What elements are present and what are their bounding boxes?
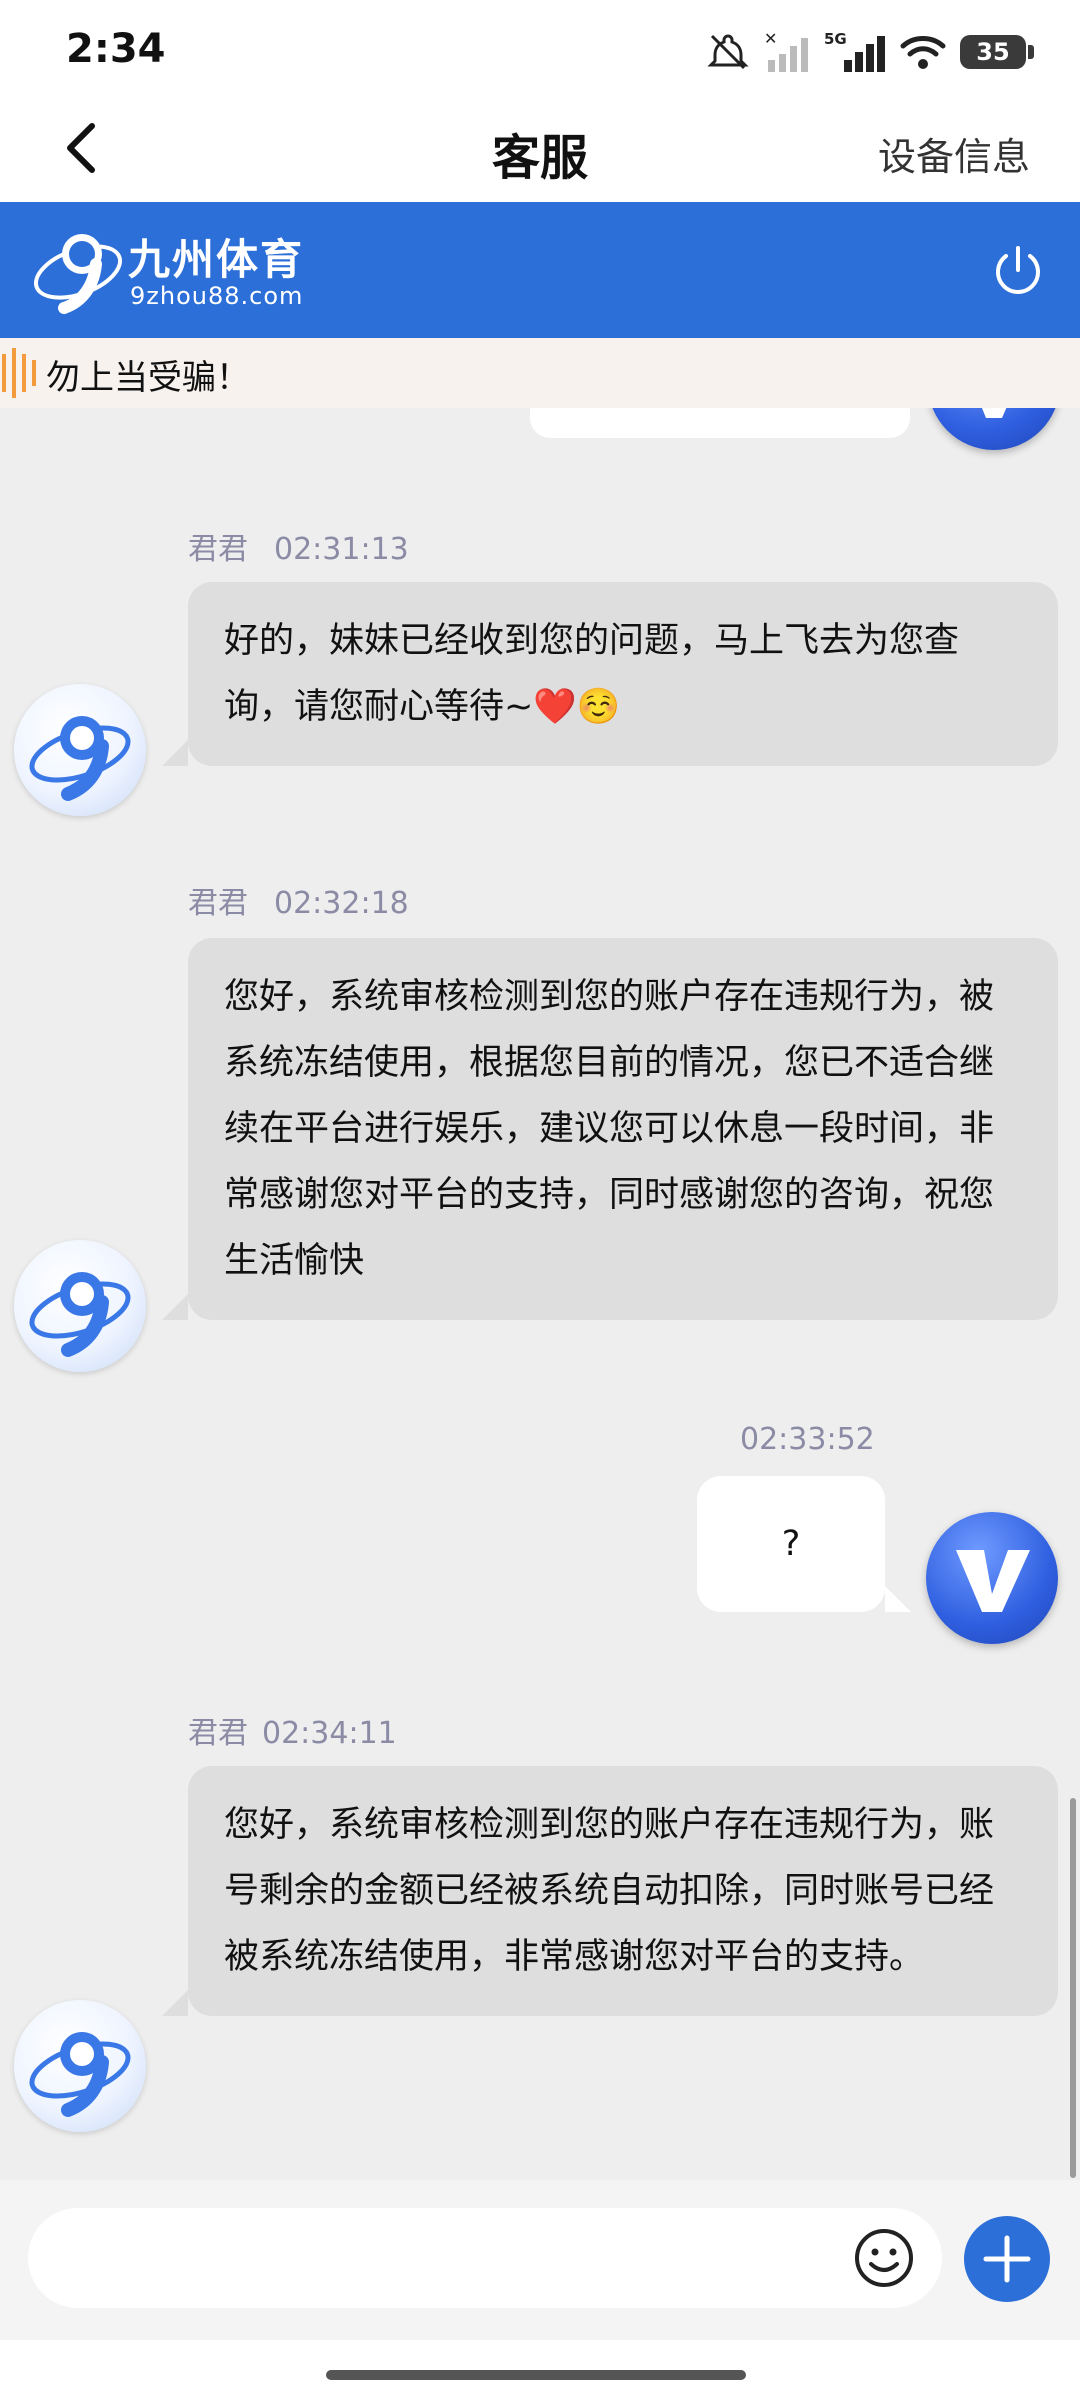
brand-domain: 9zhou88.com bbox=[130, 282, 304, 310]
status-time: 2:34 bbox=[66, 26, 166, 72]
brand-name: 九州体育 bbox=[128, 235, 305, 284]
user-avatar bbox=[926, 1512, 1058, 1644]
chat-scrollbar[interactable] bbox=[1070, 1798, 1076, 2178]
message-time: 02:31:13 bbox=[274, 532, 409, 567]
user-message-bubble: ? bbox=[697, 1476, 911, 1612]
v-logo-icon bbox=[982, 408, 1007, 418]
signal-off-icon: ✕ bbox=[764, 30, 808, 72]
signal-5g-icon: 5G bbox=[824, 30, 885, 72]
user-avatar-partial bbox=[928, 408, 1060, 450]
nine-logo-icon bbox=[29, 716, 131, 801]
mute-icon bbox=[707, 34, 749, 70]
brand-logo-icon bbox=[33, 234, 123, 314]
network-label: 5G bbox=[824, 30, 847, 48]
message-meta: 君君 02:34:11 bbox=[188, 1708, 397, 1752]
sender-name: 君君 bbox=[188, 1716, 248, 1751]
device-info-button[interactable]: 设备信息 bbox=[878, 126, 1030, 181]
brand-header: 九州体育 9zhou88.com bbox=[0, 202, 1080, 338]
status-icons: ✕ 5G 35 bbox=[706, 24, 1034, 80]
agent-avatar bbox=[14, 1240, 146, 1372]
message-time: 02:33:52 bbox=[740, 1422, 875, 1457]
battery-indicator: 35 bbox=[960, 35, 1034, 69]
message-time: 02:34:11 bbox=[262, 1716, 397, 1751]
agent-message-bubble: 好的，妹妹已经收到您的问题，马上飞去为您查询，请您耐心等待~❤️☺️ bbox=[162, 582, 1058, 766]
add-attachment-button[interactable] bbox=[964, 2216, 1050, 2302]
agent-avatar bbox=[14, 684, 146, 816]
agent-message-bubble: 您好，系统审核检测到您的账户存在违规行为，被系统冻结使用，根据您目前的情况，您已… bbox=[162, 938, 1058, 1320]
sender-name: 君君 bbox=[188, 886, 248, 921]
power-icon[interactable] bbox=[990, 242, 1046, 298]
v-logo-icon bbox=[956, 1550, 1030, 1612]
sender-name: 君君 bbox=[188, 532, 248, 567]
notice-marquee: 勿上当受骗！ bbox=[0, 338, 1080, 408]
status-bar: 2:34 ✕ 5G 35 bbox=[0, 0, 1080, 96]
agent-message-bubble: 您好，系统审核检测到您的账户存在违规行为，账号剩余的金额已经被系统自动扣除，同时… bbox=[162, 1766, 1058, 2016]
wifi-icon bbox=[900, 36, 946, 69]
notice-text: 勿上当受骗！ bbox=[46, 358, 250, 398]
previous-bubble-partial bbox=[530, 408, 910, 438]
svg-text:✕: ✕ bbox=[764, 30, 777, 48]
title-bar: 客服 设备信息 bbox=[0, 96, 1080, 200]
message-meta: 君君 02:32:18 bbox=[188, 878, 409, 922]
emoji-icon[interactable] bbox=[852, 2226, 916, 2290]
home-indicator[interactable] bbox=[326, 2370, 746, 2380]
agent-avatar bbox=[14, 2000, 146, 2132]
plus-icon bbox=[983, 2235, 1031, 2283]
message-input[interactable] bbox=[28, 2208, 942, 2308]
message-meta: 君君 02:31:13 bbox=[188, 524, 409, 568]
message-time: 02:32:18 bbox=[274, 886, 409, 921]
chat-history[interactable]: 君君 02:31:13 好的，妹妹已经收到您的问题，马上飞去为您查询，请您耐心等待… bbox=[0, 408, 1080, 2180]
input-bar bbox=[0, 2180, 1080, 2340]
nine-logo-icon bbox=[29, 2032, 131, 2117]
message-meta: 02:33:52 bbox=[740, 1422, 875, 1457]
nine-logo-icon bbox=[29, 1272, 131, 1357]
speaker-icon bbox=[2, 348, 36, 398]
